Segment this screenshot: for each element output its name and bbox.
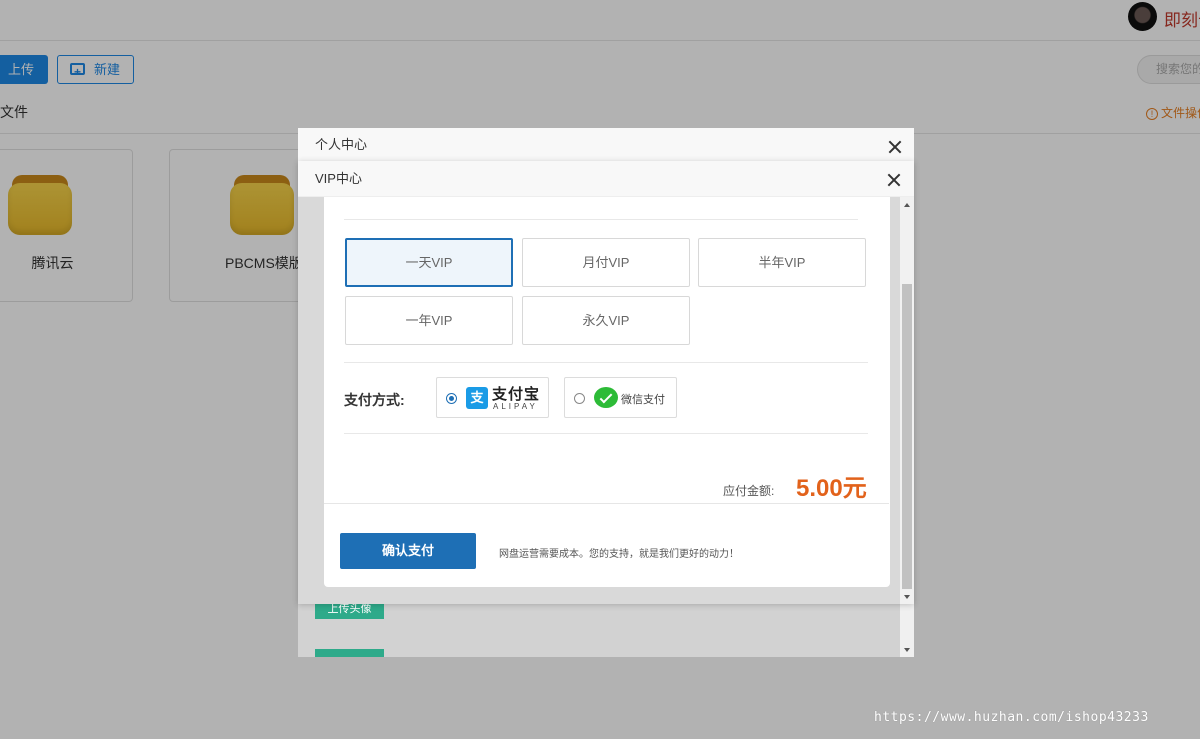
close-icon[interactable] bbox=[887, 173, 901, 187]
scroll-up-icon[interactable] bbox=[904, 203, 910, 207]
scrollbar[interactable] bbox=[900, 197, 914, 604]
dialog-title: VIP中心 bbox=[315, 171, 362, 186]
vip-option-forever[interactable]: 永久VIP bbox=[522, 296, 690, 345]
vip-option-one-year[interactable]: 一年VIP bbox=[345, 296, 513, 345]
amount-value: 5.00元 bbox=[796, 475, 867, 502]
scrollbar-thumb[interactable] bbox=[902, 284, 912, 589]
wechat-pay-option[interactable]: 微信支付 bbox=[564, 377, 677, 418]
dialog-title: 个人中心 bbox=[315, 137, 368, 152]
watermark: https://www.huzhan.com/ishop43233 bbox=[874, 710, 1149, 725]
alipay-option[interactable]: 支 支付宝 ALIPAY bbox=[436, 377, 549, 418]
dialog-action-button[interactable] bbox=[315, 649, 384, 657]
close-icon[interactable] bbox=[888, 140, 902, 154]
dialog-header: VIP中心 bbox=[298, 161, 914, 197]
dialog-header: 个人中心 bbox=[298, 128, 914, 162]
support-note: 网盘运营需要成本。您的支持，就是我们更好的动力！ bbox=[499, 549, 739, 560]
divider bbox=[344, 362, 868, 363]
vip-option-half-year[interactable]: 半年VIP bbox=[698, 238, 866, 287]
divider bbox=[344, 433, 868, 434]
alipay-sublabel: ALIPAY bbox=[493, 402, 538, 411]
vip-option-one-day[interactable]: 一天VIP bbox=[345, 238, 513, 287]
wechat-pay-radio[interactable] bbox=[574, 393, 585, 404]
scroll-down-icon[interactable] bbox=[904, 648, 910, 652]
scroll-down-icon[interactable] bbox=[904, 595, 910, 599]
divider bbox=[344, 219, 858, 220]
vip-options-card: 一天VIP 月付VIP 半年VIP 一年VIP 永久VIP 支付方式: 支 支付… bbox=[324, 197, 889, 504]
vip-option-monthly[interactable]: 月付VIP bbox=[522, 238, 690, 287]
wechat-icon bbox=[594, 387, 618, 408]
alipay-radio[interactable] bbox=[446, 393, 457, 404]
amount-label: 应付金额: bbox=[723, 484, 775, 498]
payment-method-label: 支付方式: bbox=[344, 392, 405, 408]
alipay-icon: 支 bbox=[466, 387, 488, 409]
vip-panel: 一天VIP 月付VIP 半年VIP 一年VIP 永久VIP 支付方式: 支 支付… bbox=[324, 197, 890, 587]
vip-center-dialog: VIP中心 一天VIP 月付VIP 半年VIP 一年VIP 永久VIP 支付方式… bbox=[298, 161, 914, 604]
dialog-body: 一天VIP 月付VIP 半年VIP 一年VIP 永久VIP 支付方式: 支 支付… bbox=[298, 197, 914, 604]
alipay-label: 支付宝 bbox=[492, 386, 541, 403]
confirm-payment-button[interactable]: 确认支付 bbox=[340, 533, 476, 569]
wechat-pay-label: 微信支付 bbox=[621, 394, 665, 406]
